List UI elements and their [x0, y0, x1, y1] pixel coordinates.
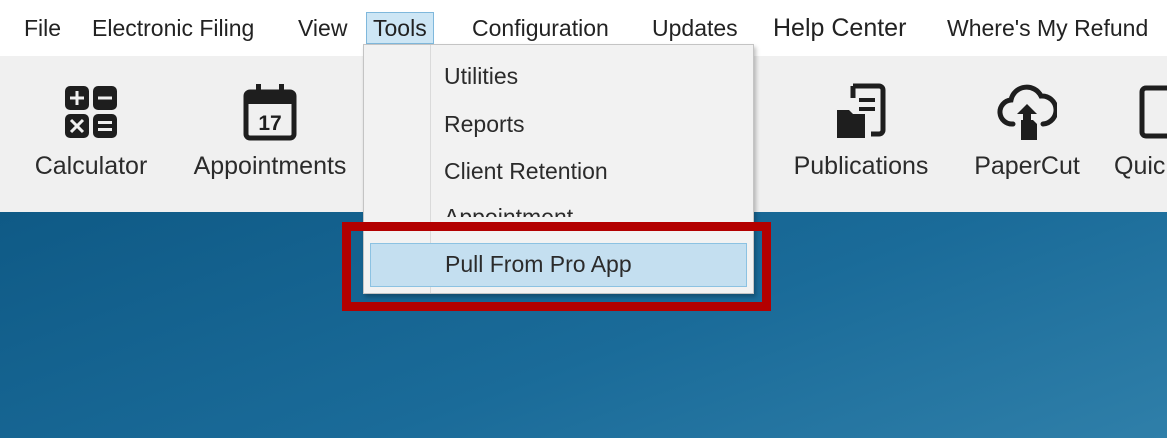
menu-configuration[interactable]: Configuration — [466, 12, 615, 44]
quick-label: Quic — [1114, 152, 1166, 180]
publications-icon — [837, 83, 886, 138]
menu-file[interactable]: File — [18, 12, 67, 44]
menu-electronic-filing[interactable]: Electronic Filing — [86, 12, 260, 44]
calculator-label: Calculator — [34, 152, 148, 180]
menu-wheres-my-refund[interactable]: Where's My Refund — [941, 12, 1154, 44]
menu-item-utilities[interactable]: Utilities — [364, 54, 753, 98]
calculator-icon — [65, 86, 117, 138]
papercut-button[interactable]: PaperCut — [958, 56, 1096, 212]
cloud-upload-icon — [997, 84, 1057, 140]
tools-dropdown-menu: Utilities Reports Client Retention Appoi… — [363, 44, 754, 294]
menu-item-pull-from-pro-app[interactable]: Pull From Pro App — [370, 243, 747, 287]
menu-tools[interactable]: Tools — [366, 12, 434, 44]
menu-item-client-retention[interactable]: Client Retention — [364, 149, 753, 193]
menu-item-appointment[interactable]: Appointment — [364, 195, 753, 217]
appointments-button[interactable]: 17 Appointments — [178, 56, 362, 212]
menu-updates[interactable]: Updates — [646, 12, 744, 44]
publications-label: Publications — [793, 152, 929, 180]
calendar-day: 17 — [258, 112, 281, 135]
appointments-label: Appointments — [193, 152, 347, 180]
papercut-label: PaperCut — [974, 152, 1080, 180]
calculator-button[interactable]: Calculator — [20, 56, 162, 212]
publications-button[interactable]: Publications — [778, 56, 944, 212]
menu-help-center[interactable]: Help Center — [767, 12, 912, 44]
menu-view[interactable]: View — [292, 12, 353, 44]
menu-item-reports[interactable]: Reports — [364, 102, 753, 146]
quick-button[interactable]: Quic — [1108, 56, 1167, 212]
document-icon — [1139, 85, 1167, 139]
calendar-icon: 17 — [243, 84, 297, 141]
